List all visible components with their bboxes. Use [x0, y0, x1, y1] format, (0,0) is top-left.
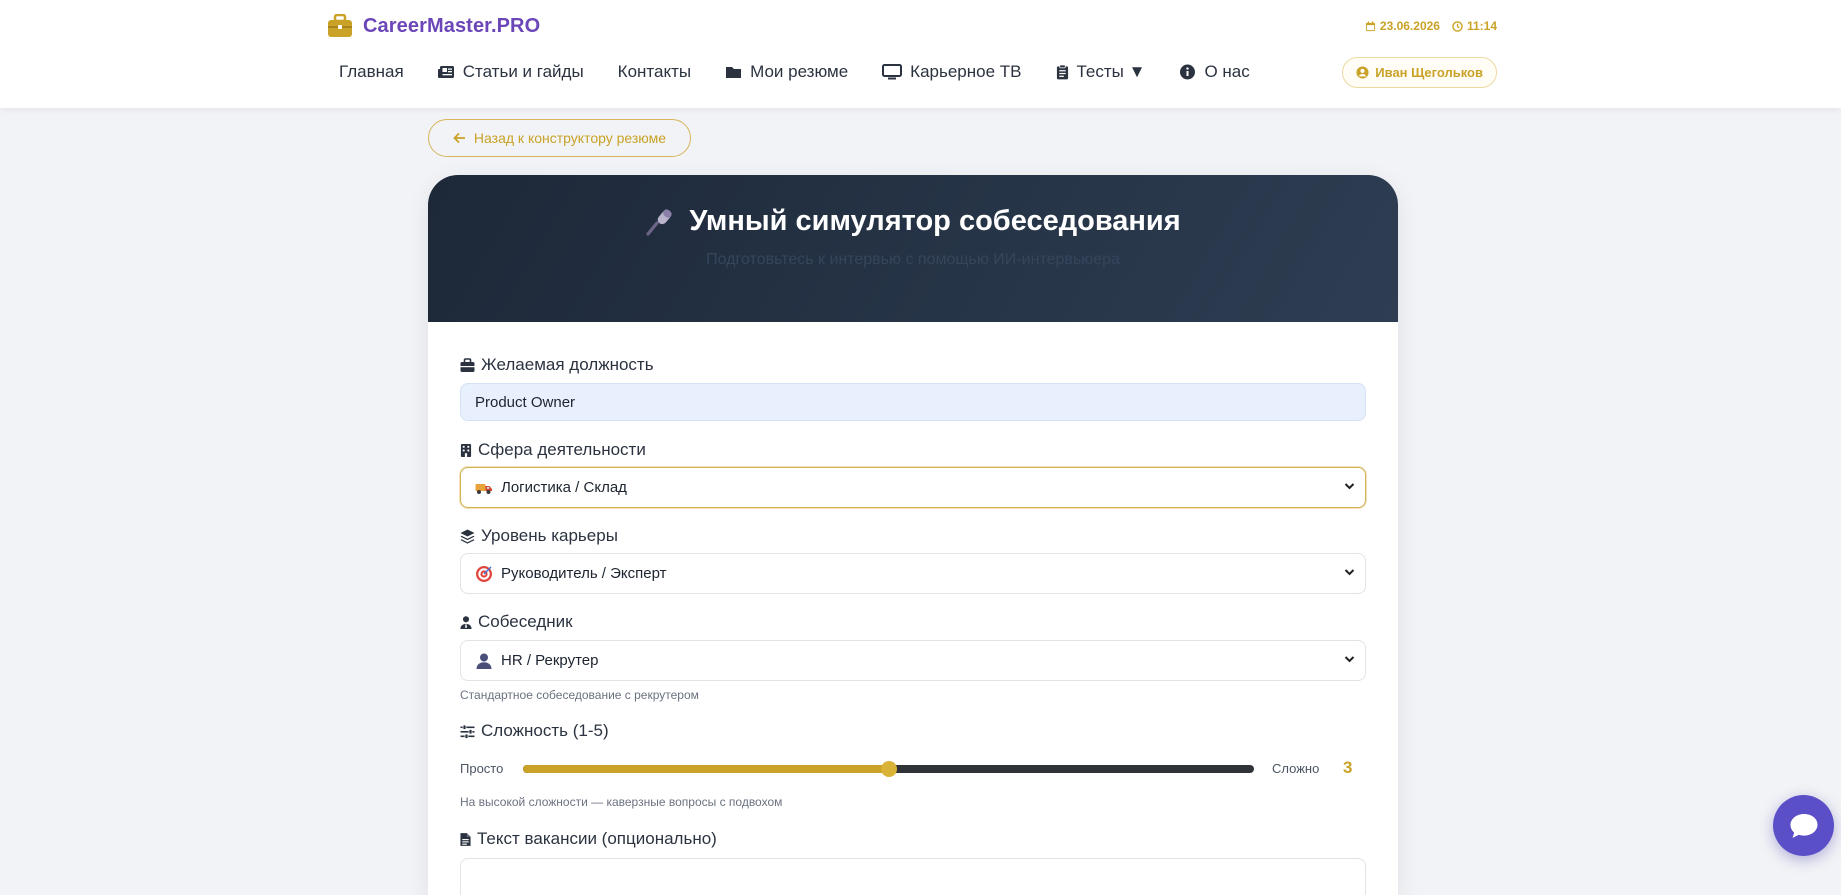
nav-contacts[interactable]: Контакты — [618, 62, 691, 82]
user-name: Иван Щегольков — [1375, 65, 1483, 80]
nav-home[interactable]: Главная — [339, 62, 404, 82]
user-profile-button[interactable]: Иван Щегольков — [1342, 57, 1497, 88]
sliders-icon — [460, 724, 475, 739]
chat-bubble-icon — [1790, 813, 1817, 838]
interviewer-select[interactable]: HR / Рекрутер — [460, 640, 1366, 681]
hero-banner: Умный симулятор собеседования Подготовьт… — [428, 175, 1398, 322]
position-label: Желаемая должность — [460, 355, 654, 375]
level-select-value: Руководитель / Эксперт — [501, 565, 667, 582]
building-icon — [460, 443, 472, 457]
person-icon — [475, 652, 493, 670]
current-time: 11:14 — [1466, 19, 1497, 33]
briefcase-icon — [328, 14, 352, 37]
industry-select[interactable]: Логистика / Склад — [460, 467, 1366, 508]
interviewer-select-value: HR / Рекрутер — [501, 652, 599, 669]
current-date: 23.06.2026 — [1379, 19, 1440, 33]
datetime: 23.06.2026 11:14 — [1365, 19, 1497, 33]
clock-icon — [1452, 20, 1463, 32]
logo[interactable]: CareerMaster.PRO — [327, 12, 540, 40]
chat-button[interactable] — [1773, 795, 1834, 856]
chevron-down-icon — [1344, 483, 1355, 490]
difficulty-slider-thumb[interactable] — [880, 761, 897, 777]
nav-tests-label: Тесты ▼ — [1076, 62, 1146, 81]
nav-tests[interactable]: Тесты ▼ — [1056, 62, 1146, 82]
nav-articles-label: Статьи и гайды — [462, 62, 584, 81]
difficulty-max-label: Сложно — [1272, 761, 1320, 776]
nav-contacts-label: Контакты — [617, 62, 692, 81]
position-input[interactable]: Product Owner — [460, 383, 1366, 421]
industry-label-text: Сфера деятельности — [478, 440, 646, 459]
briefcase-icon — [460, 357, 475, 372]
nav-career-tv-label: Карьерное ТВ — [910, 62, 1022, 81]
vacancy-textarea[interactable] — [460, 858, 1366, 895]
page-subtitle: Подготовьтесь к интервью с помощью ИИ-ин… — [706, 251, 1120, 268]
interviewer-hint: Стандартное собеседование с рекрутером — [460, 688, 699, 702]
nav-home-label: Главная — [339, 62, 404, 81]
difficulty-min-label: Просто — [460, 761, 504, 776]
nav-about-label: О нас — [1204, 62, 1250, 81]
info-icon — [1180, 64, 1196, 80]
vacancy-label-text: Текст вакансии (опционально) — [477, 829, 717, 848]
file-text-icon — [460, 832, 471, 846]
calendar-icon — [1365, 20, 1375, 31]
microphone-icon — [646, 208, 672, 236]
difficulty-label-text: Сложность (1-5) — [481, 721, 609, 740]
nav-my-resumes-label: Мои резюме — [750, 62, 849, 81]
difficulty-slider-fill — [523, 765, 889, 773]
main-nav: Главная Статьи и гайды Контакты Мои резю… — [339, 60, 1284, 84]
level-select[interactable]: Руководитель / Эксперт — [460, 553, 1366, 594]
arrow-left-icon — [453, 132, 465, 144]
industry-select-value: Логистика / Склад — [501, 479, 627, 496]
top-header: CareerMaster.PRO 23.06.2026 11:14 Главна… — [0, 0, 1841, 108]
target-icon — [475, 565, 493, 583]
user-circle-icon — [1356, 66, 1369, 79]
interviewer-label: Собеседник — [460, 612, 573, 632]
difficulty-slider-row: Просто Сложно 3 — [460, 758, 1366, 779]
back-button-label: Назад к конструктору резюме — [473, 130, 667, 146]
difficulty-value: 3 — [1343, 758, 1353, 777]
nav-articles[interactable]: Статьи и гайды — [437, 62, 584, 82]
newspaper-icon — [437, 66, 454, 78]
difficulty-label: Сложность (1-5) — [460, 721, 609, 741]
back-to-builder-button[interactable]: Назад к конструктору резюме — [428, 119, 691, 157]
level-label-text: Уровень карьеры — [481, 526, 618, 545]
clipboard-icon — [1056, 64, 1068, 80]
interview-simulator-card: Умный симулятор собеседования Подготовьт… — [428, 175, 1398, 895]
layers-icon — [460, 529, 475, 544]
difficulty-slider[interactable] — [523, 761, 1254, 777]
folder-icon — [726, 67, 742, 78]
difficulty-hint: На высокой сложности — каверзные вопросы… — [460, 795, 783, 809]
chevron-down-icon — [1344, 569, 1355, 576]
interviewer-label-text: Собеседник — [478, 612, 573, 631]
nav-about[interactable]: О нас — [1179, 62, 1250, 82]
vacancy-label: Текст вакансии (опционально) — [460, 829, 717, 849]
page-title: Умный симулятор собеседования — [428, 205, 1398, 238]
industry-label: Сфера деятельности — [460, 440, 646, 460]
level-label: Уровень карьеры — [460, 526, 618, 546]
tv-icon — [882, 64, 903, 80]
brand-name: CareerMaster.PRO — [363, 14, 541, 37]
nav-career-tv[interactable]: Карьерное ТВ — [882, 62, 1022, 82]
truck-icon — [475, 479, 493, 497]
position-label-text: Желаемая должность — [481, 355, 654, 374]
nav-my-resumes[interactable]: Мои резюме — [725, 62, 848, 82]
page-title-text: Умный симулятор собеседования — [689, 205, 1181, 237]
user-tie-icon — [460, 615, 472, 629]
chevron-down-icon — [1344, 656, 1355, 663]
